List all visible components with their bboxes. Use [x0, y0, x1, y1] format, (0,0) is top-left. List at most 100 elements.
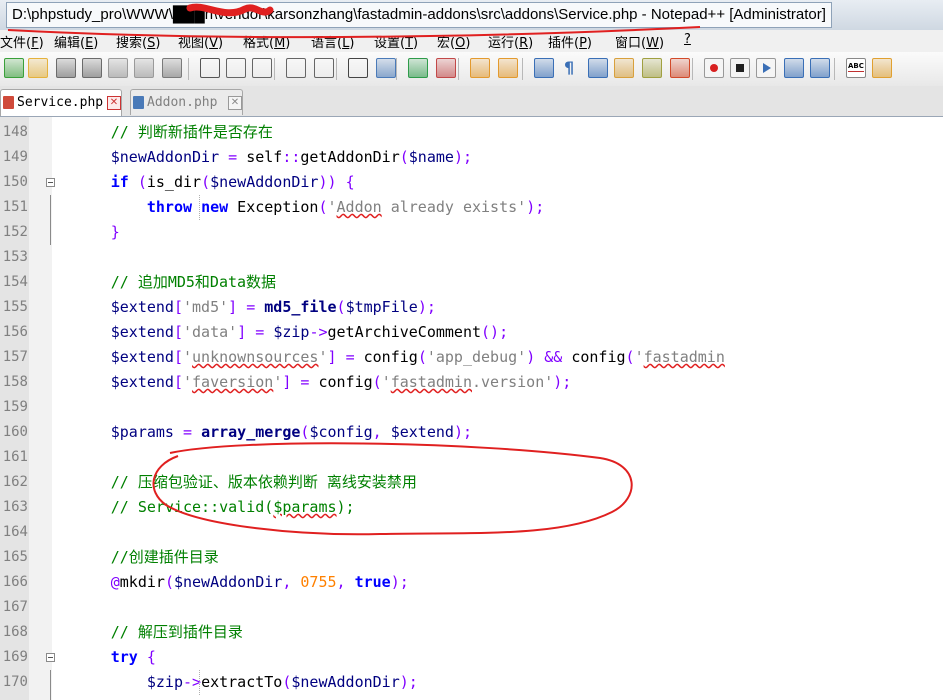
folder-workspace-icon[interactable] — [670, 58, 690, 78]
close-tab-icon[interactable]: ✕ — [107, 96, 121, 110]
menu-item-5[interactable]: 语言(L) — [311, 32, 354, 51]
code-token: $newAddonDir — [173, 573, 283, 591]
menu-item-9[interactable]: 插件(P) — [548, 32, 592, 51]
code-token: ); — [417, 298, 436, 316]
run-macro-multiple-icon[interactable] — [784, 58, 804, 78]
code-token: = — [228, 148, 238, 166]
sync-horizontal-icon[interactable] — [498, 58, 518, 78]
fold-margin[interactable] — [29, 117, 55, 700]
tab-service-php[interactable]: Service.php ✕ — [0, 89, 122, 116]
code-line[interactable]: if (is_dir($newAddonDir)) { — [111, 170, 355, 195]
code-line[interactable]: throw new Exception('Addon already exist… — [147, 195, 544, 220]
code-token: )) — [318, 173, 337, 191]
code-token: -> — [309, 323, 328, 341]
cut-icon[interactable] — [200, 58, 220, 78]
code-token: Exception — [228, 198, 319, 216]
stop-record-icon[interactable] — [730, 58, 750, 78]
code-line[interactable]: // 追加MD5和Data数据 — [111, 270, 276, 295]
code-token: = — [345, 348, 355, 366]
open-file-icon[interactable] — [28, 58, 48, 78]
code-token: ' — [318, 348, 328, 366]
undo-icon[interactable] — [286, 58, 306, 78]
word-wrap-icon[interactable] — [534, 58, 554, 78]
code-token: } — [110, 223, 120, 241]
menu-item-4[interactable]: 格式(M) — [243, 32, 290, 51]
show-all-chars-icon[interactable]: ¶ — [560, 58, 580, 78]
close-all-icon[interactable] — [134, 58, 154, 78]
code-line[interactable]: // Service::valid($params); — [111, 495, 355, 520]
code-token: $tmpFile — [345, 298, 418, 316]
menu-item-2[interactable]: 搜索(S) — [116, 32, 160, 51]
code-line[interactable]: $params = array_merge($config, $extend); — [111, 420, 472, 445]
code-token: $extend — [110, 323, 174, 341]
line-number: 153 — [2, 249, 28, 265]
save-macro-icon[interactable] — [810, 58, 830, 78]
code-editor[interactable]: 148 149 150 151 152 153 154 155 156 157 158 159 160 1… — [0, 117, 943, 700]
code-line[interactable]: $zip->extractTo($newAddonDir); — [147, 670, 418, 695]
menu-item-11[interactable]: ? — [684, 32, 691, 47]
code-token: [ — [173, 373, 183, 391]
code-token: 0755 — [300, 573, 337, 591]
sync-vertical-icon[interactable] — [470, 58, 490, 78]
save-icon[interactable] — [56, 58, 76, 78]
fold-toggle-icon[interactable] — [46, 178, 55, 187]
code-line[interactable]: @mkdir($newAddonDir, 0755, true); — [111, 570, 409, 595]
code-line[interactable]: $extend['data'] = $zip->getArchiveCommen… — [111, 320, 508, 345]
code-line[interactable]: } — [111, 220, 120, 245]
zoom-out-icon[interactable] — [436, 58, 456, 78]
code-line[interactable]: $extend['faversion'] = config('fastadmin… — [111, 370, 572, 395]
redo-icon[interactable] — [314, 58, 334, 78]
replace-icon[interactable] — [376, 58, 396, 78]
code-line[interactable]: $extend['unknownsources'] = config('app_… — [111, 345, 725, 370]
close-icon[interactable] — [108, 58, 128, 78]
menu-item-7[interactable]: 宏(O) — [437, 32, 470, 51]
code-token: ); — [453, 423, 472, 441]
code-line[interactable]: // 判断新插件是否存在 — [111, 120, 273, 145]
menu-item-1[interactable]: 编辑(E) — [54, 32, 98, 51]
code-line[interactable]: $newAddonDir = self::getAddonDir($name); — [111, 145, 472, 170]
function-list-icon[interactable] — [642, 58, 662, 78]
code-token: // 解压到插件目录 — [110, 623, 243, 641]
spell-check-icon[interactable]: ABC — [846, 58, 866, 78]
tab-label: Addon.php — [147, 95, 218, 110]
copy-icon[interactable] — [226, 58, 246, 78]
tab-addon-php[interactable]: Addon.php ✕ — [130, 89, 243, 115]
line-number: 159 — [2, 399, 28, 415]
code-line[interactable]: // 解压到插件目录 — [111, 620, 243, 645]
find-icon[interactable] — [348, 58, 368, 78]
play-macro-icon[interactable] — [756, 58, 776, 78]
indent-guide-icon[interactable] — [588, 58, 608, 78]
print-icon[interactable] — [162, 58, 182, 78]
line-number: 158 — [2, 374, 28, 390]
code-line[interactable]: //创建插件目录 — [111, 545, 219, 570]
line-number: 149 — [2, 149, 28, 165]
paste-icon[interactable] — [252, 58, 272, 78]
record-macro-icon[interactable] — [704, 58, 724, 78]
new-file-icon[interactable] — [4, 58, 24, 78]
zoom-in-icon[interactable] — [408, 58, 428, 78]
code-token: $zip — [146, 673, 183, 691]
code-line[interactable]: $extend['md5'] = md5_file($tmpFile); — [111, 295, 436, 320]
menu-item-10[interactable]: 窗口(W) — [615, 32, 664, 51]
toolbar-separator — [834, 58, 835, 80]
save-all-icon[interactable] — [82, 58, 102, 78]
menu-item-8[interactable]: 运行(R) — [488, 32, 533, 51]
doc-map-icon[interactable] — [614, 58, 634, 78]
code-token: { — [345, 173, 355, 191]
code-token: ( — [399, 148, 409, 166]
menu-item-0[interactable]: 文件(F) — [0, 32, 44, 51]
code-line[interactable]: } catch (ZipException $e) { — [111, 695, 355, 700]
code-line[interactable]: // 压缩包验证、版本依赖判断 离线安装禁用 — [111, 470, 417, 495]
menu-item-3[interactable]: 视图(V) — [178, 32, 223, 51]
menu-item-6[interactable]: 设置(T) — [374, 32, 418, 51]
code-token: ( — [336, 298, 346, 316]
fold-toggle-icon[interactable] — [46, 653, 55, 662]
spell-check-dict-icon[interactable] — [872, 58, 892, 78]
code-token: && — [544, 348, 563, 366]
close-tab-icon[interactable]: ✕ — [228, 96, 242, 110]
code-token: 'data' — [183, 323, 238, 341]
toolbar-separator — [274, 58, 275, 80]
code-line[interactable]: try { — [111, 645, 156, 670]
